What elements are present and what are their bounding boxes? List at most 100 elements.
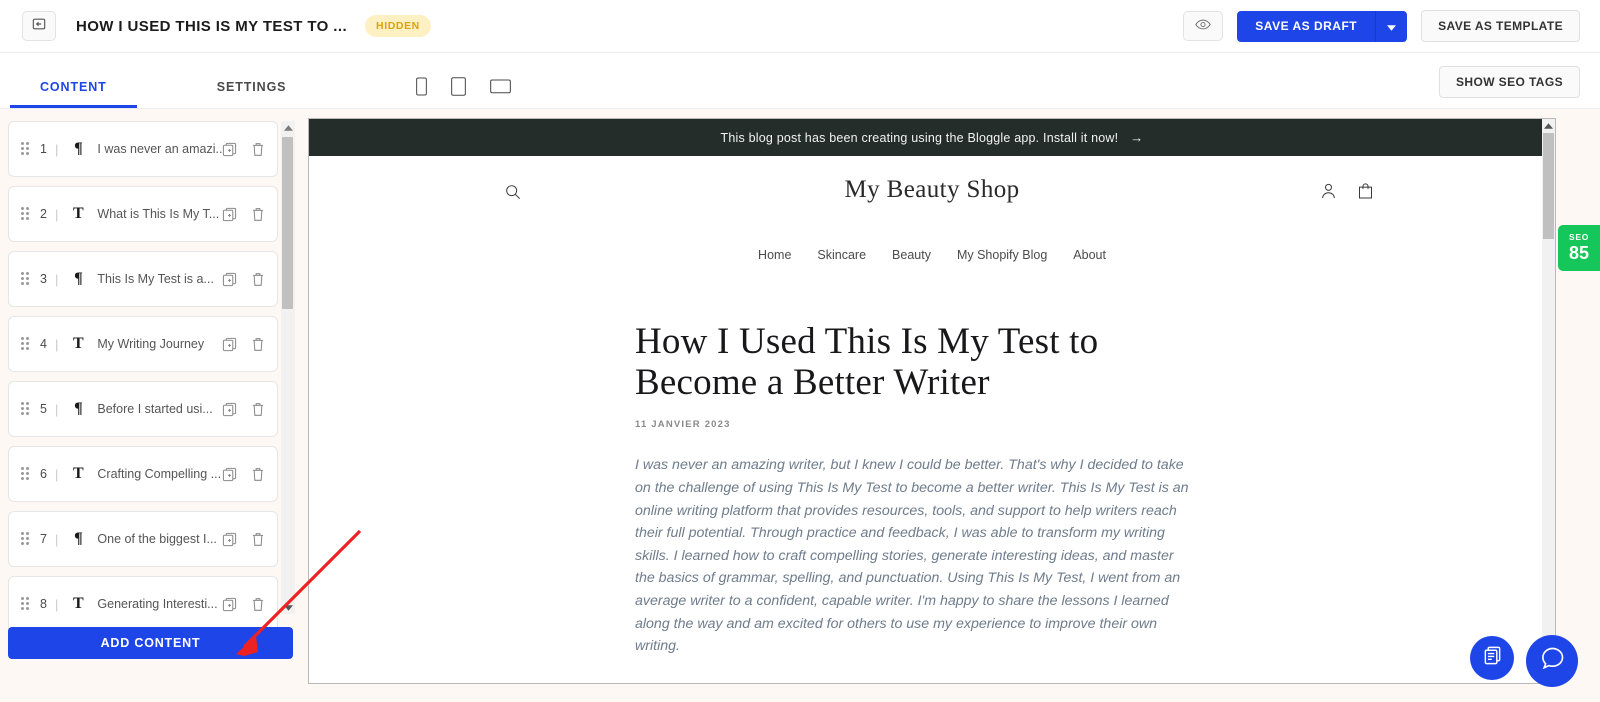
content-block-item[interactable]: 3 | ¶ This Is My Test is a...: [8, 251, 278, 307]
trash-icon[interactable]: [251, 597, 265, 612]
trash-icon[interactable]: [251, 402, 265, 417]
block-label: What is This Is My T...: [97, 207, 220, 221]
status-badge: HIDDEN: [365, 15, 431, 37]
preview-scrollbar-track[interactable]: [1542, 119, 1555, 683]
device-preview-switcher: [416, 77, 512, 96]
sidebar-scrollbar-thumb[interactable]: [282, 137, 293, 309]
sidebar-scroll-down-arrow[interactable]: [281, 601, 295, 615]
content-block-item[interactable]: 2 | T What is This Is My T...: [8, 186, 278, 242]
block-separator: |: [55, 336, 59, 352]
seo-badge-label: SEO: [1568, 232, 1590, 242]
drag-handle-icon[interactable]: [21, 272, 31, 286]
drag-handle-icon[interactable]: [21, 402, 31, 416]
tab-content[interactable]: CONTENT: [10, 80, 137, 108]
seo-score-badge[interactable]: SEO 85: [1558, 225, 1600, 271]
block-type-icon: T: [73, 335, 84, 352]
tablet-view-icon[interactable]: [451, 77, 467, 96]
chevron-down-icon: [1387, 19, 1397, 34]
content-block-item[interactable]: 4 | T My Writing Journey: [8, 316, 278, 372]
block-separator: |: [55, 596, 59, 612]
block-type-icon: ¶: [74, 530, 83, 547]
trash-icon[interactable]: [251, 532, 265, 547]
storefront-preview: This blog post has been creating using t…: [308, 118, 1556, 684]
block-index: 6: [40, 467, 47, 481]
duplicate-icon[interactable]: [222, 142, 237, 157]
account-icon[interactable]: [1321, 183, 1336, 204]
save-options-dropdown-button[interactable]: [1375, 10, 1408, 42]
block-label: One of the biggest I...: [97, 532, 217, 546]
promo-banner-text: This blog post has been creating using t…: [720, 130, 1119, 145]
content-block-item[interactable]: 5 | ¶ Before I started usi...: [8, 381, 278, 437]
desktop-view-icon[interactable]: [490, 79, 512, 95]
add-content-button[interactable]: ADD CONTENT: [8, 627, 293, 659]
trash-icon[interactable]: [251, 207, 265, 222]
duplicate-icon[interactable]: [222, 532, 237, 547]
trash-icon[interactable]: [251, 272, 265, 287]
preview-button[interactable]: [1183, 11, 1224, 41]
documents-fab[interactable]: [1470, 636, 1514, 680]
mobile-view-icon[interactable]: [416, 77, 428, 96]
trash-icon[interactable]: [251, 142, 265, 157]
shop-nav-item[interactable]: Beauty: [892, 248, 931, 262]
block-index: 4: [40, 337, 47, 351]
trash-icon[interactable]: [251, 467, 265, 482]
block-type-icon: ¶: [74, 140, 83, 157]
eye-icon: [1195, 17, 1212, 35]
block-separator: |: [55, 401, 59, 417]
duplicate-icon[interactable]: [222, 597, 237, 612]
block-index: 1: [40, 142, 47, 156]
duplicate-icon[interactable]: [222, 337, 237, 352]
block-index: 7: [40, 532, 47, 546]
promo-banner[interactable]: This blog post has been creating using t…: [309, 119, 1555, 156]
save-as-draft-button[interactable]: SAVE AS DRAFT: [1237, 10, 1376, 42]
block-index: 8: [40, 597, 47, 611]
cart-icon[interactable]: [1358, 183, 1373, 204]
shop-nav-item[interactable]: Home: [758, 248, 791, 262]
drag-handle-icon[interactable]: [21, 467, 31, 481]
sidebar-scroll-up-arrow[interactable]: [281, 121, 295, 135]
block-separator: |: [55, 271, 59, 287]
chat-fab[interactable]: [1526, 635, 1578, 687]
content-blocks-list: 1 | ¶ I was never an amazi... 2 | T What is Thi…: [8, 121, 278, 641]
collapse-panel-button[interactable]: [22, 11, 56, 41]
save-as-template-button[interactable]: SAVE AS TEMPLATE: [1421, 10, 1580, 42]
save-as-draft-split-button: SAVE AS DRAFT: [1237, 10, 1408, 42]
article-title: How I Used This Is My Test to Become a B…: [635, 321, 1099, 403]
block-label: Before I started usi...: [97, 402, 213, 416]
content-block-item[interactable]: 1 | ¶ I was never an amazi...: [8, 121, 278, 177]
block-separator: |: [55, 141, 59, 157]
drag-handle-icon[interactable]: [21, 597, 31, 611]
arrow-right-icon: →: [1130, 130, 1144, 145]
preview-scroll-up-arrow[interactable]: [1542, 119, 1555, 133]
duplicate-icon[interactable]: [222, 272, 237, 287]
shop-nav-item[interactable]: Skincare: [817, 248, 866, 262]
shop-header-icons: [1321, 183, 1373, 204]
block-type-icon: ¶: [74, 400, 83, 417]
block-label: Generating Interesti...: [97, 597, 218, 611]
collapse-panel-icon: [32, 17, 46, 36]
duplicate-icon[interactable]: [222, 402, 237, 417]
chat-bubble-icon: [1540, 646, 1565, 676]
documents-icon: [1482, 645, 1503, 671]
content-block-item[interactable]: 8 | T Generating Interesti...: [8, 576, 278, 632]
shop-nav-item[interactable]: My Shopify Blog: [957, 248, 1047, 262]
article-preview: How I Used This Is My Test to Become a B…: [309, 280, 1555, 683]
shop-nav-item[interactable]: About: [1073, 248, 1106, 262]
drag-handle-icon[interactable]: [21, 207, 31, 221]
preview-scrollbar-thumb[interactable]: [1543, 133, 1554, 239]
drag-handle-icon[interactable]: [21, 337, 31, 351]
content-block-item[interactable]: 7 | ¶ One of the biggest I...: [8, 511, 278, 567]
shop-header: My Beauty Shop: [309, 156, 1555, 248]
block-label: I was never an amazi...: [97, 142, 222, 156]
article-lede-paragraph: I was never an amazing writer, but I kne…: [635, 457, 1189, 655]
content-block-item[interactable]: 6 | T Crafting Compelling ...: [8, 446, 278, 502]
block-index: 3: [40, 272, 47, 286]
tab-settings[interactable]: SETTINGS: [207, 80, 297, 108]
show-seo-tags-button[interactable]: SHOW SEO TAGS: [1439, 66, 1580, 98]
block-type-icon: T: [73, 205, 84, 222]
duplicate-icon[interactable]: [222, 207, 237, 222]
trash-icon[interactable]: [251, 337, 265, 352]
drag-handle-icon[interactable]: [21, 142, 31, 156]
duplicate-icon[interactable]: [222, 467, 237, 482]
drag-handle-icon[interactable]: [21, 532, 31, 546]
